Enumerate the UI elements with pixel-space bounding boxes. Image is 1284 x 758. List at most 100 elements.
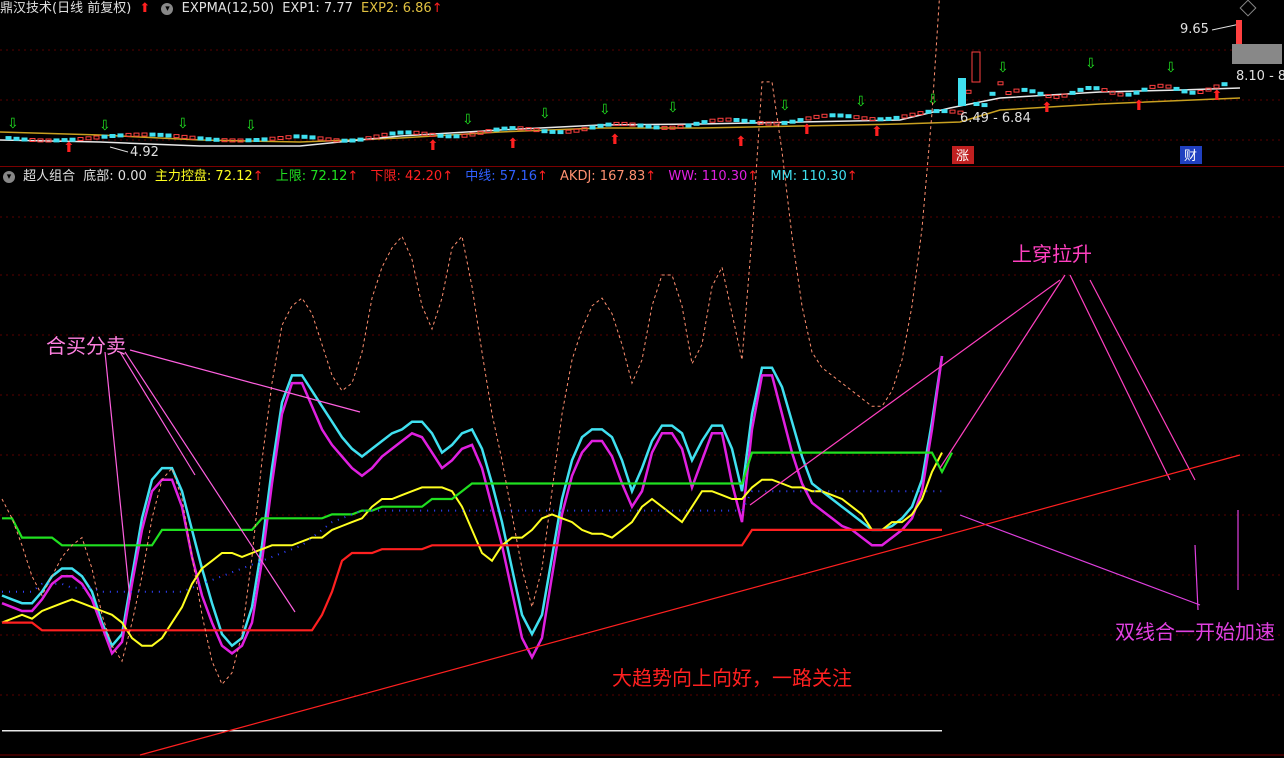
- candle: [653, 125, 660, 130]
- candle: [133, 132, 140, 137]
- candle: [1157, 83, 1164, 88]
- up-signal-icon: ⬆: [1133, 98, 1145, 114]
- candle: [893, 115, 900, 120]
- candle: [725, 117, 732, 122]
- candle: [781, 120, 788, 125]
- candle: [341, 138, 348, 143]
- price-low-label: 4.92: [130, 145, 159, 160]
- down-signal-icon: ⇩: [539, 106, 551, 122]
- candle: [597, 123, 604, 128]
- candle: [149, 132, 156, 137]
- series-line-1: [1, 355, 944, 661]
- candle: [101, 134, 108, 139]
- candle: [269, 136, 276, 141]
- down-signal-icon: ⇩: [245, 118, 257, 134]
- candle: [941, 109, 948, 114]
- candle: [853, 115, 860, 120]
- candle: [453, 134, 460, 139]
- badge-zhang[interactable]: 涨: [956, 149, 969, 164]
- candle: [1077, 87, 1084, 92]
- candle: [693, 121, 700, 126]
- candle: [845, 114, 852, 119]
- candle: [733, 118, 740, 122]
- up-signal-icon: ⬆: [609, 132, 621, 148]
- candle: [1133, 90, 1140, 95]
- candle: [261, 137, 268, 142]
- candle: [1117, 92, 1124, 97]
- candle: [549, 129, 556, 134]
- price-high-label: 9.65: [1180, 22, 1209, 37]
- candle: [565, 129, 572, 134]
- candle: [325, 137, 332, 142]
- arrow-cross-up-1: [939, 274, 1066, 469]
- price-range2-label: 8.10 - 8: [1236, 69, 1284, 84]
- candle: [205, 137, 212, 142]
- candle: [141, 132, 148, 137]
- candle: [885, 116, 892, 121]
- candle: [837, 113, 844, 118]
- candle: [1125, 92, 1132, 97]
- candle: [1029, 89, 1036, 94]
- up-signal-icon: ⬆: [507, 136, 519, 152]
- candle: [301, 134, 308, 139]
- down-signal-icon: ⇩: [667, 100, 679, 116]
- candle: [645, 124, 652, 129]
- arrow-buy-sell-2: [119, 351, 196, 476]
- up-signal-icon: ⬆: [871, 124, 883, 140]
- candle: [245, 138, 252, 143]
- candle: [109, 134, 116, 138]
- candle: [5, 136, 12, 141]
- candle: [613, 121, 620, 126]
- arrow-buy-sell-4: [104, 351, 131, 601]
- candle: [589, 125, 596, 130]
- candle: [1045, 94, 1052, 99]
- candle: [189, 135, 196, 140]
- arrow-cross-up-2: [1069, 274, 1171, 481]
- down-signal-icon: ⇩: [1165, 60, 1177, 76]
- series-line-0: [1, 355, 944, 649]
- candle: [197, 136, 204, 141]
- candle: [701, 120, 708, 125]
- candle: [877, 117, 884, 122]
- candle: [1101, 88, 1108, 93]
- candle: [53, 138, 60, 143]
- candle: [997, 81, 1004, 86]
- candle: [621, 121, 628, 126]
- candle: [1085, 86, 1092, 90]
- candle: [93, 135, 100, 140]
- candle: [541, 129, 548, 134]
- candle: [317, 136, 324, 141]
- up-signal-icon: ⬆: [735, 134, 747, 150]
- indicator-series: [1, 0, 953, 732]
- candle: [813, 114, 820, 119]
- candle: [157, 132, 164, 137]
- badge-cai[interactable]: 财: [1184, 149, 1197, 164]
- down-signal-icon: ⇩: [99, 118, 111, 134]
- price-range1-label: 6.49 - 6.84: [960, 111, 1031, 126]
- candle: [213, 137, 220, 142]
- series-line-6: [1, 0, 940, 686]
- candle: [85, 136, 92, 141]
- candle: [117, 133, 124, 138]
- candle: [1109, 90, 1116, 95]
- candle: [741, 118, 748, 123]
- candle: [253, 138, 260, 142]
- candle: [789, 119, 796, 124]
- candle: [277, 136, 284, 140]
- candle: [349, 138, 356, 143]
- candle: [717, 117, 724, 122]
- candle: [909, 112, 916, 117]
- chart-canvas[interactable]: ⇩ ⇩ ⇩ ⇩ ⇩ ⇩ ⇩ ⇩ ⇩ ⇩ ⇩⇩ ⇩ ⇩⬆ ⬆ ⬆ ⬆ ⬆⬆ ⬆⬆ ⬆⬆ 9.65 8.10 - 8 6…: [0, 0, 1284, 758]
- candle: [181, 134, 188, 139]
- candle: [949, 109, 956, 114]
- trend-line: [139, 454, 1241, 756]
- arrow-merge-1: [959, 514, 1201, 606]
- candle: [125, 132, 132, 137]
- candle: [165, 133, 172, 138]
- down-signal-icon: ⇩: [855, 94, 867, 110]
- candle: [1141, 87, 1148, 92]
- candle: [901, 114, 908, 119]
- candle: [365, 136, 372, 141]
- candle: [1221, 82, 1228, 87]
- signals: ⇩ ⇩ ⇩ ⇩ ⇩ ⇩ ⇩ ⇩ ⇩ ⇩ ⇩⇩ ⇩ ⇩⬆ ⬆ ⬆ ⬆ ⬆⬆ ⬆⬆ ⬆⬆: [7, 56, 1223, 156]
